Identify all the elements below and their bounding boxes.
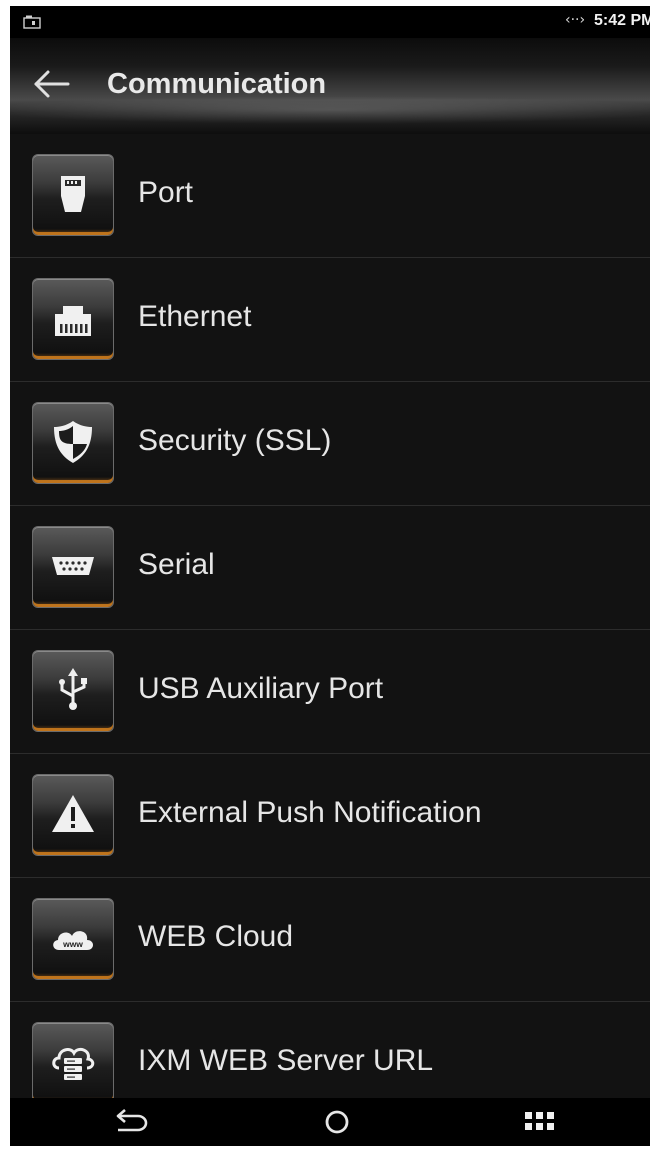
list-item-label: Serial (138, 548, 215, 581)
port-plug-icon (61, 176, 85, 212)
screen-icon (23, 15, 41, 29)
list-item-label: USB Auxiliary Port (138, 672, 384, 705)
app-bar: Communication (10, 38, 650, 134)
status-bar: ‹··› 5:42 PM (10, 6, 650, 38)
nav-back-icon[interactable] (110, 1106, 150, 1138)
ethernet-icon (55, 306, 91, 336)
nav-apps-icon[interactable] (520, 1106, 560, 1138)
status-time: 5:42 PM (594, 12, 650, 29)
cloud-www-icon: www (53, 931, 93, 950)
list-item-web-cloud[interactable]: www WEB Cloud (10, 878, 650, 1002)
shield-icon (54, 421, 92, 463)
list-item-serial[interactable]: Serial (10, 506, 650, 630)
list-item-label: Ethernet (138, 300, 252, 333)
tile (32, 650, 114, 732)
list-item-label: Port (138, 176, 194, 209)
tile: www (32, 898, 114, 980)
list-item-label: WEB Cloud (138, 920, 294, 953)
nav-home-icon[interactable] (317, 1106, 357, 1138)
list-item-label: Security (SSL) (138, 424, 332, 457)
cloud-www-text: www (62, 939, 83, 949)
list-item-label: IXM WEB Server URL (138, 1044, 434, 1077)
serial-port-icon (52, 557, 94, 575)
warning-icon (52, 795, 94, 832)
navigation-bar (10, 1098, 650, 1146)
device-screen: ‹··› 5:42 PM Communication Port Ethernet… (10, 6, 650, 1146)
list-item-usb-auxiliary-port[interactable]: USB Auxiliary Port (10, 630, 650, 754)
list-item-external-push-notification[interactable]: External Push Notification (10, 754, 650, 878)
list-item-ixm-web-server-url[interactable]: IXM WEB Server URL (10, 1002, 650, 1098)
tile (32, 402, 114, 484)
tile (32, 1022, 114, 1098)
list-item-ethernet[interactable]: Ethernet (10, 258, 650, 382)
tile (32, 278, 114, 360)
list-item-label: External Push Notification (138, 796, 482, 829)
tile (32, 526, 114, 608)
sync-icon: ‹··› (565, 12, 586, 28)
list-item-security-ssl[interactable]: Security (SSL) (10, 382, 650, 506)
back-arrow-icon[interactable] (32, 69, 72, 99)
usb-icon (59, 668, 87, 710)
settings-list: Port Ethernet Security (SSL) Serial USB … (10, 134, 650, 1098)
page-title: Communication (107, 68, 327, 100)
tile (32, 774, 114, 856)
app-bar-shine (10, 96, 650, 124)
tile (32, 154, 114, 236)
cloud-server-icon (52, 1047, 95, 1080)
list-item-port[interactable]: Port (10, 134, 650, 258)
